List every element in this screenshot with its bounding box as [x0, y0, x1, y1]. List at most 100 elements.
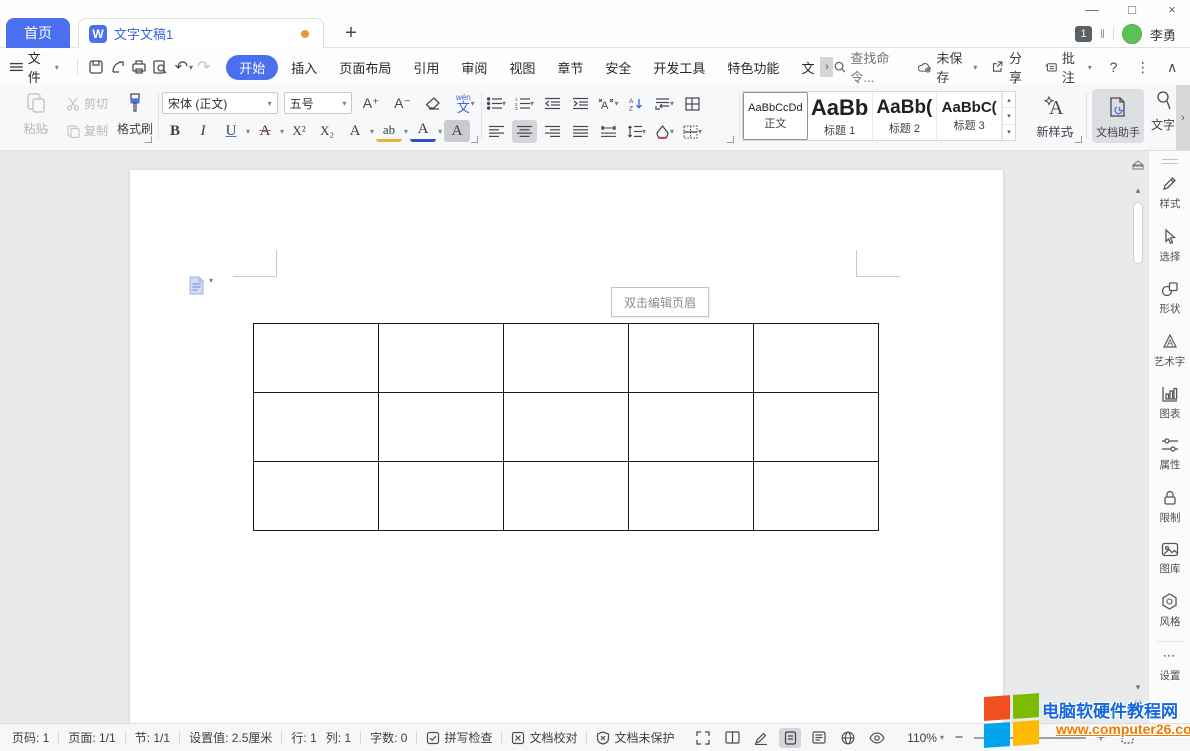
read-layout-button[interactable]	[721, 728, 743, 748]
format-painter-button[interactable]: 格式刷	[114, 91, 156, 137]
tab-special-features[interactable]: 特色功能	[718, 55, 788, 80]
text-tool-button[interactable]: 文字	[1150, 89, 1176, 133]
table-cell[interactable]	[629, 393, 754, 462]
sidebar-drag-handle[interactable]	[1162, 159, 1178, 164]
ruler-toggle-button[interactable]	[1132, 157, 1144, 175]
styles-dialog-launcher[interactable]	[1075, 136, 1082, 143]
status-setting-value[interactable]: 设置值: 2.5厘米	[189, 729, 272, 746]
text-effects-button[interactable]: A	[342, 120, 368, 142]
superscript-button[interactable]: X²	[286, 120, 312, 142]
font-color-dropdown[interactable]: ▾	[438, 127, 442, 136]
sort-button[interactable]: AZ	[624, 92, 649, 115]
align-right-button[interactable]	[540, 120, 565, 143]
new-style-button[interactable]: A 新样式▾	[1032, 92, 1078, 141]
table-cell[interactable]	[754, 324, 879, 393]
borders-button[interactable]: ▾	[680, 120, 705, 143]
cut-button[interactable]: 剪切	[66, 95, 108, 112]
avatar[interactable]	[1122, 24, 1142, 44]
comment-button[interactable]: 批注 ▾	[1045, 48, 1092, 86]
scrollbar-thumb[interactable]	[1133, 202, 1143, 264]
new-tab-button[interactable]: +	[338, 20, 364, 46]
table-cell[interactable]	[254, 324, 379, 393]
insert-frame-button[interactable]	[680, 92, 705, 115]
search-command-box[interactable]: 查找命令...	[834, 48, 904, 86]
paragraph-layout-button[interactable]: ▾	[652, 92, 677, 115]
table-cell[interactable]	[254, 393, 379, 462]
window-stack-icon[interactable]: ‖	[1100, 27, 1105, 41]
table-cell[interactable]	[754, 462, 879, 531]
outline-view-button[interactable]	[808, 728, 830, 748]
sidebar-item-gallery[interactable]: 图库	[1149, 533, 1190, 584]
tabs-overflow-button[interactable]: ›	[820, 57, 833, 77]
strikethrough-button[interactable]: A	[252, 120, 278, 142]
tab-page-layout[interactable]: 页面布局	[330, 55, 400, 80]
underline-button[interactable]: U	[218, 120, 244, 142]
print-button[interactable]	[128, 55, 149, 79]
notification-badge[interactable]: 1	[1075, 26, 1092, 42]
increase-indent-button[interactable]	[568, 92, 593, 115]
collapse-ribbon-button[interactable]: ∧	[1165, 59, 1180, 76]
underline-dropdown[interactable]: ▾	[246, 127, 250, 136]
minimize-button[interactable]: —	[1084, 2, 1100, 17]
home-tab-button[interactable]: 首页	[6, 18, 70, 48]
zoom-level-button[interactable]: 110% ▾	[907, 731, 944, 745]
char-shading-button[interactable]: A	[444, 120, 470, 142]
table-cell[interactable]	[254, 462, 379, 531]
gallery-scroll-up[interactable]: ▴	[1003, 92, 1015, 108]
sidebar-item-select[interactable]: 选择	[1149, 219, 1190, 272]
tab-section[interactable]: 章节	[548, 55, 592, 80]
page-options-button[interactable]: ▾	[188, 276, 213, 295]
subscript-button[interactable]: X₂	[314, 120, 340, 142]
scroll-down-button[interactable]: ▾	[1136, 682, 1141, 693]
increase-font-button[interactable]: A⁺	[358, 92, 383, 114]
status-page-number[interactable]: 页码: 1	[12, 729, 49, 746]
table-cell[interactable]	[504, 324, 629, 393]
previous-page-button[interactable]: ▴▴	[1134, 699, 1142, 704]
eye-protect-button[interactable]	[866, 728, 888, 748]
italic-button[interactable]: I	[190, 120, 216, 142]
numbered-list-button[interactable]: 123 ▾	[512, 92, 537, 115]
line-spacing-button[interactable]: ▾	[624, 120, 649, 143]
maximize-button[interactable]: □	[1124, 2, 1140, 17]
zoom-slider[interactable]	[974, 737, 1086, 739]
font-color-button[interactable]: A	[410, 120, 436, 142]
tab-insert[interactable]: 插入	[282, 55, 326, 80]
sidebar-item-shapes[interactable]: 形状	[1149, 272, 1190, 324]
highlight-dropdown[interactable]: ▾	[404, 127, 408, 136]
style-normal[interactable]: AaBbCcDd 正文	[743, 92, 808, 140]
sidebar-item-wordart[interactable]: A 艺术字	[1149, 324, 1190, 377]
browse-object-button[interactable]	[1135, 710, 1142, 717]
align-left-button[interactable]	[484, 120, 509, 143]
font-family-select[interactable]: 宋体 (正文) ▾	[162, 92, 278, 114]
text-effects-dropdown[interactable]: ▾	[370, 127, 374, 136]
sidebar-item-settings[interactable]: ⋯ 设置	[1149, 646, 1190, 691]
print-preview-button[interactable]	[149, 55, 170, 79]
ribbon-expand-strip[interactable]: ›	[1176, 85, 1190, 150]
char-scale-button[interactable]: A ▾	[596, 92, 621, 115]
sidebar-item-styles[interactable]: 样式	[1149, 166, 1190, 219]
sidebar-item-properties[interactable]: 属性	[1149, 429, 1190, 480]
decrease-indent-button[interactable]	[540, 92, 565, 115]
write-mode-button[interactable]	[750, 728, 772, 748]
save-status-button[interactable]: 未保存 ▾	[918, 48, 978, 86]
clear-format-button[interactable]	[421, 92, 444, 114]
clipboard-dialog-launcher[interactable]	[145, 136, 152, 143]
doc-protect-button[interactable]: 文档未保护	[596, 729, 674, 746]
gallery-scroll-down[interactable]: ▾	[1003, 108, 1015, 124]
paste-button[interactable]: 粘贴▾	[14, 91, 58, 138]
justify-button[interactable]	[568, 120, 593, 143]
zoom-slider-handle[interactable]	[1026, 731, 1038, 743]
table-cell[interactable]	[504, 462, 629, 531]
table-cell[interactable]	[504, 393, 629, 462]
style-heading2[interactable]: AaBb( 标题 2	[873, 92, 938, 140]
table-cell[interactable]	[379, 324, 504, 393]
sidebar-item-restrict[interactable]: 限制	[1149, 480, 1190, 533]
share-button[interactable]: 分享	[991, 48, 1030, 86]
align-center-button[interactable]	[512, 120, 537, 143]
distribute-button[interactable]	[596, 120, 621, 143]
table-cell[interactable]	[379, 462, 504, 531]
paragraph-dialog-launcher[interactable]	[727, 136, 734, 143]
gallery-expand[interactable]: ▾	[1003, 125, 1015, 140]
web-layout-button[interactable]	[837, 728, 859, 748]
pinyin-guide-button[interactable]: wén文 ▾	[451, 92, 480, 114]
